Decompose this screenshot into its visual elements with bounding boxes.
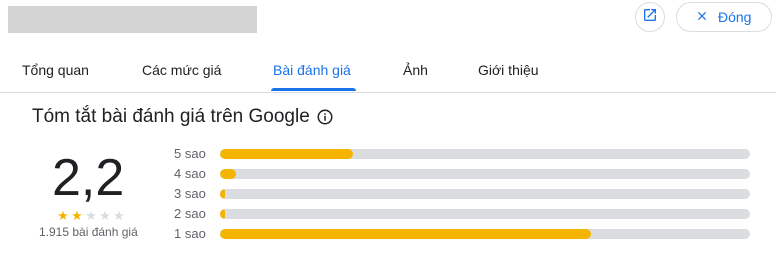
rating-bar-fill	[220, 189, 226, 199]
rating-bar-track	[220, 229, 750, 239]
review-summary-title: Tóm tắt bài đánh giá trên Google	[32, 106, 310, 127]
tab-prices[interactable]: Các mức giá	[142, 62, 221, 78]
rating-bar-track	[220, 169, 750, 179]
tab-about[interactable]: Giới thiệu	[478, 62, 539, 78]
rating-bar-track	[220, 189, 750, 199]
star-icon: ★	[71, 208, 83, 223]
rating-bar-fill	[220, 169, 236, 179]
place-title-redacted	[8, 6, 257, 33]
rating-bar-track	[220, 149, 750, 159]
review-count[interactable]: 1.915 bài đánh giá	[39, 225, 138, 239]
rating-bar-fill	[220, 229, 591, 239]
tab-reviews[interactable]: Bài đánh giá	[273, 62, 351, 78]
rating-bar-fill	[220, 149, 353, 159]
star-icon: ★	[57, 208, 69, 223]
star-icon: ★	[113, 208, 125, 223]
rating-bar-label: 2 sao	[174, 206, 206, 221]
rating-bar-row[interactable]: 4 sao	[170, 167, 760, 187]
rating-bar-row[interactable]: 2 sao	[170, 207, 760, 227]
close-label: Đóng	[718, 9, 752, 25]
open-in-new-icon	[642, 7, 658, 28]
rating-bar-label: 1 sao	[174, 226, 206, 241]
close-icon	[695, 9, 709, 26]
close-button[interactable]: Đóng	[676, 2, 772, 32]
rating-bar-label: 5 sao	[174, 146, 206, 161]
average-rating: 2,2	[52, 149, 125, 207]
star-icon: ★	[99, 208, 111, 223]
star-rating: ★ ★ ★ ★ ★	[56, 209, 126, 222]
rating-bar-row[interactable]: 5 sao	[170, 147, 760, 167]
rating-bar-track	[220, 209, 750, 219]
tab-photos[interactable]: Ảnh	[403, 62, 428, 78]
rating-bar-label: 4 sao	[174, 166, 206, 181]
review-summary-heading: Tóm tắt bài đánh giá trên Google	[32, 106, 334, 128]
star-icon: ★	[85, 208, 97, 223]
info-icon[interactable]	[316, 108, 334, 126]
open-in-new-button[interactable]	[635, 2, 665, 32]
rating-distribution: 5 sao 4 sao 3 sao 2 sao 1 sao	[170, 147, 760, 247]
tab-overview[interactable]: Tổng quan	[22, 62, 89, 78]
rating-bar-row[interactable]: 1 sao	[170, 227, 760, 247]
rating-bar-fill	[220, 209, 226, 219]
active-tab-indicator	[271, 88, 356, 91]
rating-bar-row[interactable]: 3 sao	[170, 187, 760, 207]
tab-bar: Tổng quan Các mức giá Bài đánh giá Ảnh G…	[0, 48, 776, 93]
rating-bar-label: 3 sao	[174, 186, 206, 201]
